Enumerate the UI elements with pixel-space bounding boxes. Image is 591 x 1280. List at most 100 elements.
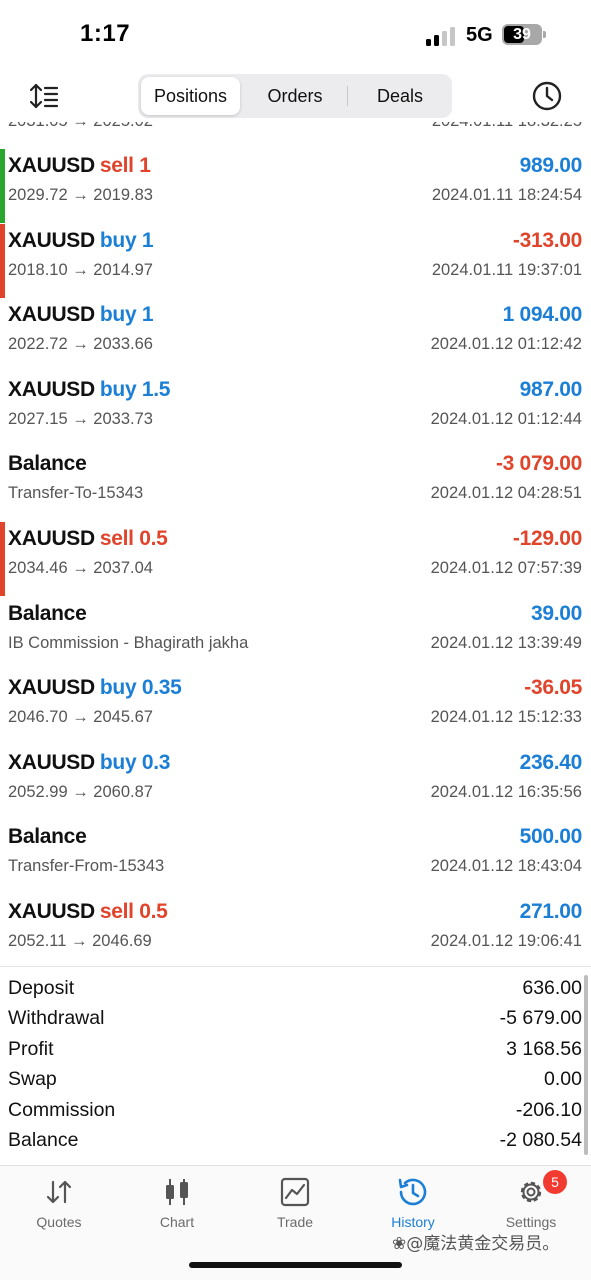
summary-label: Withdrawal [8, 1007, 105, 1030]
summary-value: 3 168.56 [506, 1037, 582, 1060]
deal-symbol: Balance [8, 452, 87, 476]
battery-cap [543, 31, 546, 38]
deal-row[interactable]: Balance Transfer-To-15343 -3 079.00 2024.01… [0, 445, 591, 519]
deal-date: 2024.01.12 18:43:04 [430, 857, 582, 876]
deal-prices: 2029.72 → 2019.83 [8, 186, 153, 204]
deal-row[interactable]: XAUUSD buy 1 2018.10 → 2014.97 -313.00 2024.… [0, 222, 591, 298]
deal-volume: 0.35 [141, 676, 182, 700]
clock-icon [532, 81, 562, 111]
summary-label: Balance [8, 1129, 79, 1151]
deal-profit: 500.00 [519, 825, 583, 849]
deal-profit: -3 079.00 [495, 452, 582, 476]
sort-icon [29, 83, 59, 109]
deal-direction: buy 1.5 [99, 377, 171, 401]
deal-row[interactable]: XAUUSD buy 1 2022.72 → 2033.66 1 094.00 2024… [0, 296, 591, 370]
home-indicator[interactable] [189, 1262, 402, 1268]
deal-prices: 2018.10 → 2014.97 [8, 260, 153, 279]
deal-profit: -129.00 [512, 527, 582, 550]
tab-history-label: History [391, 1214, 435, 1230]
deal-symbol: XAUUSD [8, 228, 95, 252]
deal-prices: 2034.46 → 2037.04 [8, 559, 153, 577]
deal-row[interactable]: XAUUSD buy 0.3 2052.99 → 2060.87 236.40 2024… [0, 744, 591, 818]
candlestick-icon [166, 1179, 188, 1205]
deal-type: buy [99, 377, 137, 401]
deal-title: Balance [8, 825, 87, 849]
deal-date: 2024.01.12 19:06:41 [430, 932, 582, 950]
deal-profit: 271.00 [519, 900, 583, 923]
deal-title: XAUUSD buy 0.35 [8, 676, 182, 700]
history-toolbar: Positions Orders Deals [0, 70, 591, 122]
summary-value: -2 080.54 [499, 1129, 582, 1151]
deal-row[interactable]: Balance IB Commission - Bhagirath jakha 39… [0, 595, 591, 669]
deal-profit: -36.05 [524, 676, 582, 700]
tab-deals[interactable]: Deals [350, 77, 450, 115]
deal-symbol: XAUUSD [8, 750, 95, 774]
deal-row[interactable]: XAUUSD buy 0.35 2046.70 → 2045.67 -36.05 202… [0, 669, 591, 743]
status-time: 1:17 [80, 20, 131, 47]
tab-trade-label: Trade [276, 1214, 314, 1230]
deal-direction: buy 1 [100, 303, 154, 327]
deal-symbol: Balance [8, 601, 87, 625]
deal-type: buy [99, 676, 137, 700]
deal-profit: 236.40 [519, 750, 583, 774]
summary-label: Swap [8, 1068, 57, 1091]
scrollbar[interactable] [584, 975, 588, 1155]
deal-type: sell [99, 154, 134, 177]
summary-value: -206.10 [515, 1098, 582, 1121]
deal-profit: -313.00 [512, 228, 582, 252]
deal-row[interactable]: XAUUSD sell 1 2029.72 → 2019.83 989.00 2024.… [0, 147, 591, 223]
sort-button[interactable] [28, 80, 60, 112]
deal-prices: Transfer-To-15343 [8, 484, 144, 503]
trade-chart-icon [280, 1177, 310, 1207]
history-summary: Deposit 636.00 Withdrawal -5 679.00 Profit 3 … [0, 966, 591, 1164]
deal-row[interactable]: XAUUSD buy 1.5 2027.15 → 2033.73 987.00 2024… [0, 371, 591, 445]
summary-value: 636.00 [522, 977, 582, 999]
deal-symbol: XAUUSD [8, 900, 95, 923]
cellular-signal-icon [426, 26, 456, 46]
deal-date: 2024.01.12 01:12:42 [430, 335, 582, 354]
deal-title: XAUUSD buy 1 [8, 228, 154, 253]
deal-marker [0, 223, 5, 298]
notification-badge: 5 [543, 1170, 567, 1194]
deal-profit: 1 094.00 [502, 303, 583, 327]
summary-label: Deposit [8, 977, 75, 999]
tab-chart[interactable]: Chart [122, 1176, 232, 1236]
history-clock-icon [398, 1178, 427, 1206]
deal-volume: 0.5 [139, 527, 168, 550]
deal-title: XAUUSD buy 1 [8, 303, 154, 327]
deal-prices: IB Commission - Bhagirath jakha [8, 633, 249, 652]
deal-date: 2024.01.12 13:39:49 [430, 633, 582, 652]
deal-volume: 0.5 [139, 900, 168, 923]
deal-prices: Transfer-From-15343 [8, 857, 165, 876]
deal-type: sell [99, 527, 134, 550]
deal-title: XAUUSD buy 0.3 [8, 751, 170, 775]
segmented-control: Positions Orders Deals [138, 74, 452, 118]
deal-volume: 1 [141, 228, 154, 252]
period-button[interactable] [530, 79, 564, 113]
deal-row[interactable]: Balance Transfer-From-15343 500.00 2024.01.… [0, 818, 591, 892]
tab-positions[interactable]: Positions [141, 77, 240, 115]
deal-row[interactable]: XAUUSD sell 0.5 2034.46 → 2037.04 -129.00 20… [0, 520, 591, 596]
summary-value: 0.00 [544, 1068, 582, 1091]
summary-row: Balance -2 080.54 [0, 1129, 591, 1159]
deal-title: Balance [8, 452, 87, 476]
deal-type: sell [99, 900, 134, 923]
deal-prices: 2046.70 → 2045.67 [8, 708, 153, 727]
tab-settings[interactable]: 5 Settings [476, 1170, 586, 1236]
deal-profit: 989.00 [519, 154, 583, 177]
tab-quotes[interactable]: Quotes [4, 1176, 114, 1236]
deals-list[interactable]: 2031.05 → 2025.02 2024.01.11 18:32:25 XA… [0, 108, 591, 966]
deal-type: buy [99, 228, 137, 252]
tab-orders[interactable]: Orders [244, 77, 346, 115]
quotes-arrows-icon [46, 1180, 72, 1204]
tab-history[interactable]: History [358, 1176, 468, 1236]
deal-row[interactable]: XAUUSD sell 0.5 2052.11 → 2046.69 271.00 202… [0, 893, 591, 966]
deal-direction: buy 0.3 [100, 751, 171, 774]
deal-volume: 1 [141, 303, 154, 327]
deal-date: 2024.01.12 01:12:44 [430, 409, 582, 428]
deal-symbol: Balance [8, 825, 87, 849]
tab-settings-label: Settings [505, 1214, 557, 1230]
deal-prices: 2052.11 → 2046.69 [8, 932, 152, 950]
deal-direction: sell 0.5 [100, 527, 168, 550]
tab-trade[interactable]: Trade [240, 1176, 350, 1236]
